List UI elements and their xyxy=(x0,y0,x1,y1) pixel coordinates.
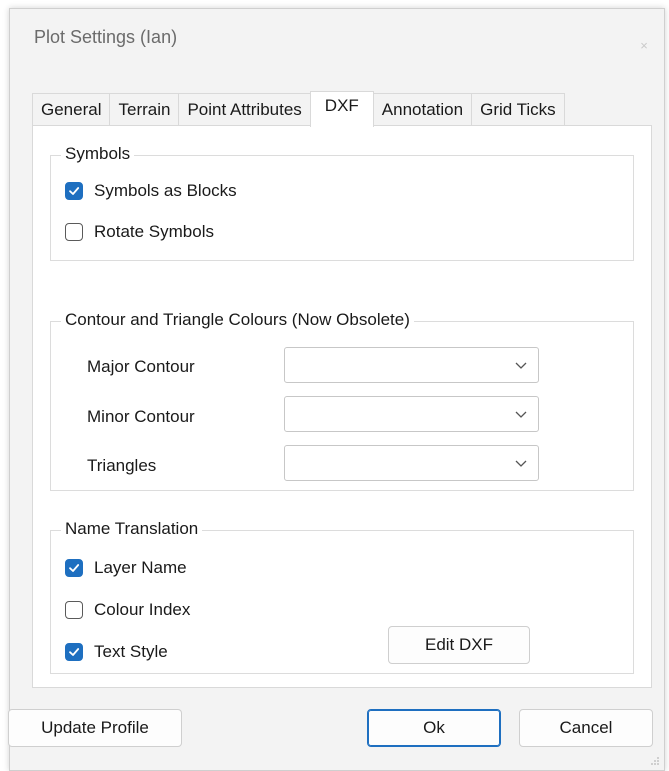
symbols-as-blocks-option[interactable]: Symbols as Blocks xyxy=(65,181,237,201)
contour-colours-legend: Contour and Triangle Colours (Now Obsole… xyxy=(61,310,414,330)
window-title: Plot Settings (Ian) xyxy=(34,27,178,47)
text-style-label: Text Style xyxy=(94,642,168,661)
plot-settings-dialog: Plot Settings (Ian) × General Terrain Po… xyxy=(8,8,665,771)
symbols-group: Symbols Symbols as Blocks Rotate Symbols xyxy=(50,144,634,261)
rotate-symbols-option[interactable]: Rotate Symbols xyxy=(65,222,214,242)
chevron-down-icon xyxy=(515,460,527,467)
checkmark-icon xyxy=(69,648,80,656)
cancel-button[interactable]: Cancel xyxy=(519,709,653,747)
name-translation-legend: Name Translation xyxy=(61,519,203,539)
major-contour-label: Major Contour xyxy=(87,357,195,376)
close-icon: × xyxy=(640,37,648,53)
resize-grip-icon[interactable] xyxy=(650,756,660,766)
text-style-checkbox[interactable] xyxy=(65,643,83,661)
colour-index-checkbox[interactable] xyxy=(65,601,83,619)
update-profile-button[interactable]: Update Profile xyxy=(8,709,182,747)
symbols-legend: Symbols xyxy=(61,144,135,164)
background-strip xyxy=(0,0,669,8)
symbols-as-blocks-label: Symbols as Blocks xyxy=(94,181,237,200)
layer-name-option[interactable]: Layer Name xyxy=(65,558,187,578)
layer-name-checkbox[interactable] xyxy=(65,559,83,577)
name-translation-group: Name Translation Layer Name Colour Index… xyxy=(50,519,634,674)
triangles-label: Triangles xyxy=(87,456,157,475)
tab-annotation[interactable]: Annotation xyxy=(372,93,473,125)
colour-index-label: Colour Index xyxy=(94,600,191,619)
text-style-option[interactable]: Text Style xyxy=(65,642,168,662)
edit-dxf-button[interactable]: Edit DXF xyxy=(388,626,530,664)
chevron-down-icon xyxy=(515,362,527,369)
chevron-down-icon xyxy=(515,411,527,418)
symbols-as-blocks-checkbox[interactable] xyxy=(65,182,83,200)
tab-strip: General Terrain Point Attributes DXF Ann… xyxy=(32,91,565,127)
dxf-tab-page: Symbols Symbols as Blocks Rotate Symbols… xyxy=(32,125,652,688)
close-button[interactable]: × xyxy=(630,31,658,59)
tab-point-attributes[interactable]: Point Attributes xyxy=(178,93,311,125)
title-bar: Plot Settings (Ian) × xyxy=(10,9,664,69)
tab-grid-ticks[interactable]: Grid Ticks xyxy=(471,93,565,125)
contour-colours-group: Contour and Triangle Colours (Now Obsole… xyxy=(50,310,634,491)
checkmark-icon xyxy=(69,564,80,572)
colour-index-option[interactable]: Colour Index xyxy=(65,600,190,620)
tab-terrain[interactable]: Terrain xyxy=(109,93,180,125)
triangles-dropdown[interactable] xyxy=(284,445,539,481)
tab-general[interactable]: General xyxy=(32,93,111,125)
tab-dxf[interactable]: DXF xyxy=(309,91,374,127)
rotate-symbols-checkbox[interactable] xyxy=(65,223,83,241)
rotate-symbols-label: Rotate Symbols xyxy=(94,222,214,241)
minor-contour-dropdown[interactable] xyxy=(284,396,539,432)
minor-contour-label: Minor Contour xyxy=(87,407,195,426)
major-contour-dropdown[interactable] xyxy=(284,347,539,383)
ok-button[interactable]: Ok xyxy=(367,709,501,747)
layer-name-label: Layer Name xyxy=(94,558,187,577)
checkmark-icon xyxy=(69,187,80,195)
